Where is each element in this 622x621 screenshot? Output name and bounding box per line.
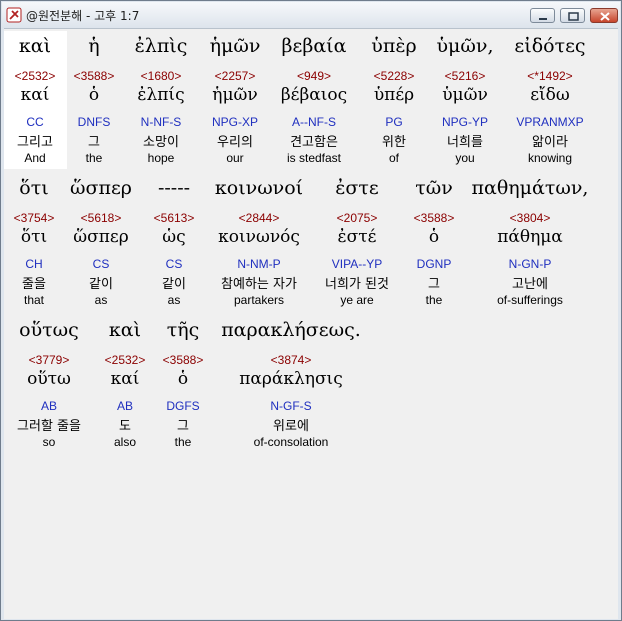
english-gloss: of-sufferings [497,293,563,307]
korean-gloss: 위로에 [273,419,309,434]
korean-gloss: 앎이라 [532,135,568,150]
maximize-button[interactable] [560,8,585,23]
strongs-number[interactable]: <3874> [211,353,371,367]
english-gloss: knowing [527,151,573,165]
minimize-icon [539,18,547,20]
lexical-form: παράκλησις [239,369,343,389]
app-icon [6,7,22,23]
greek-word: παθημάτων, [471,177,589,199]
greek-word: παρακλήσεως. [221,319,361,341]
korean-gloss: 고난에 [512,277,548,292]
parsing-code: VPRANMXP [516,115,584,129]
strongs-number[interactable]: <*1492> [470,69,622,83]
english-gloss: of-consolation [253,435,329,449]
parsing-code: N-GF-S [270,399,312,413]
close-icon [600,12,610,21]
lexical-form: εἴδω [530,85,570,105]
close-button[interactable] [590,8,618,23]
app-window: @원전분해 - 고후 1:7 καὶ <2532> καί CC 그리고 And… [0,0,622,621]
window-title: @원전분해 - 고후 1:7 [26,9,140,23]
minimize-button[interactable] [530,8,555,23]
maximize-icon [568,12,579,21]
greek-word: εἰδότες [514,35,586,57]
strongs-number[interactable]: <3804> [450,211,610,225]
lexical-form: πάθημα [497,227,563,247]
parsing-code: N-GN-P [508,257,552,271]
title-bar[interactable]: @원전분해 - 고후 1:7 [2,2,620,28]
